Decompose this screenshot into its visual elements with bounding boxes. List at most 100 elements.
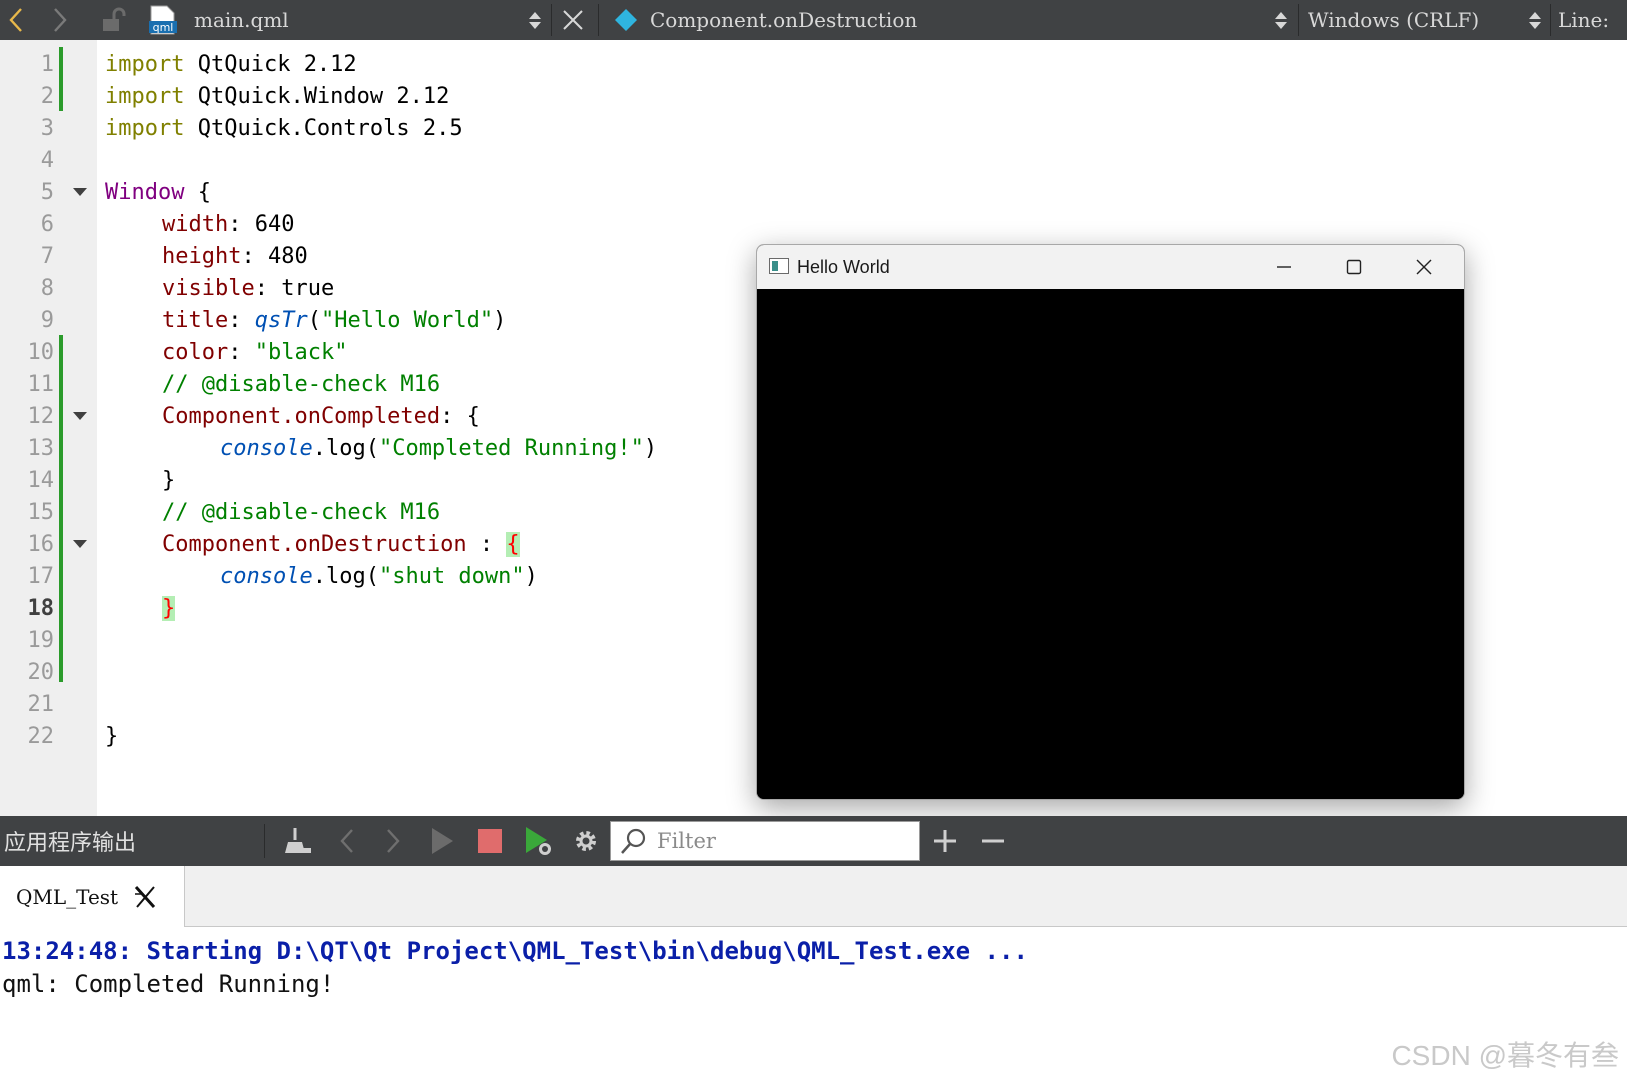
minus-icon [982,839,1004,843]
window-title: Hello World [797,257,890,277]
unlock-icon [103,7,126,31]
line-number: 14 [27,468,55,493]
window-close-button[interactable] [1393,245,1455,289]
back-button[interactable] [8,0,30,40]
code-line-12: Component.onCompleted: { [162,404,480,429]
line-number: 9 [40,308,54,333]
code-line-1: import QtQuick 2.12 [105,52,357,77]
filter-input[interactable] [655,828,889,854]
app-window-icon [769,258,789,274]
code-line-16: Component.onDestruction : { [162,532,520,557]
play-icon [432,828,453,854]
chevron-right-icon [54,8,67,32]
tab-qml-test[interactable]: QML_Test [0,866,185,927]
line-number: 3 [40,116,54,141]
maximize-icon [1346,259,1362,275]
line-number: 20 [27,660,55,685]
filter-box[interactable] [610,821,920,861]
symbol-name: Component.onDestruction [650,8,918,32]
symbol-selector[interactable]: Component.onDestruction [650,0,917,40]
code-line-10: color: "black" [162,340,348,365]
code-line-13: console.log("Completed Running!") [220,436,658,461]
tab-label: QML_Test [16,884,119,909]
line-number: 13 [27,436,55,461]
minimize-icon [1277,266,1291,268]
settings-button[interactable] [570,816,602,866]
watermark: CSDN @暮冬有叁 [1391,1040,1619,1071]
window-titlebar[interactable]: Hello World [757,245,1464,289]
stop-button[interactable] [474,816,506,866]
current-line-number: 18 [27,596,55,621]
plus-icon [934,830,956,852]
clear-output-button[interactable] [280,816,316,866]
fold-arrow-icon[interactable] [73,540,87,548]
line-number: 7 [40,244,54,269]
code-line-14: } [162,468,176,493]
chevron-left-icon [340,829,353,853]
fold-arrow-icon[interactable] [73,188,87,196]
output-panel-title: 应用程序输出 [4,831,137,856]
close-tab-icon [134,885,156,908]
close-icon [1416,259,1432,275]
line-number: 19 [27,628,55,653]
broom-icon [285,828,311,853]
code-line-17: console.log("shut down") [220,564,538,589]
line-number: 8 [40,276,54,301]
line-endings-label: Windows (CRLF) [1308,8,1480,32]
line-number: 16 [27,532,55,557]
line-number: 21 [27,692,55,717]
qml-file-icon: qml [148,0,182,40]
window-content[interactable] [757,289,1464,799]
line-number: 22 [27,724,55,749]
code-line-2: import QtQuick.Window 2.12 [105,84,450,109]
zoom-in-button[interactable] [928,816,962,866]
lock-button[interactable] [100,0,130,40]
matching-brace: } [162,596,176,621]
stop-icon [478,829,502,853]
zoom-out-button[interactable] [976,816,1010,866]
previous-item-button[interactable] [332,816,362,866]
line-number: 5 [40,180,54,205]
close-icon [563,10,583,30]
close-tab-button[interactable] [132,884,158,910]
code-line-18: } [162,593,176,625]
file-icon-label: qml [153,21,174,34]
code-line-3: import QtQuick.Controls 2.5 [105,116,463,141]
line-label: Line: [1558,8,1610,32]
line-number-gutter: 1 2 3 4 5 6 7 8 9 10 11 12 13 14 15 16 1… [0,40,97,816]
fold-arrow-icon[interactable] [73,412,87,420]
run-button[interactable] [426,816,458,866]
code-line-11: // @disable-check M16 [162,372,441,397]
maximize-button[interactable] [1323,245,1385,289]
editor-toolbar: qml main.qml Component.onDestruction Win… [0,0,1627,40]
code-line-9: title: qsTr("Hello World") [162,308,507,333]
line-endings-selector[interactable]: Windows (CRLF) [1308,0,1479,40]
code-line-5: Window { [105,180,211,205]
code-line-15: // @disable-check M16 [162,500,441,525]
file-selector[interactable]: main.qml [194,0,289,40]
application-output[interactable]: 13:24:48: Starting D:\QT\Qt Project\QML_… [0,927,1627,1084]
output-toolbar: 应用程序输出 [0,816,1627,866]
code-line-8: visible: true [162,276,335,301]
code-line-7: height: 480 [162,244,308,269]
symbol-selector-arrows[interactable] [1272,0,1290,40]
forward-button[interactable] [52,0,74,40]
next-item-button[interactable] [378,816,408,866]
log-line-start: 13:24:48: Starting D:\QT\Qt Project\QML_… [2,937,1028,965]
modified-line-marker [59,47,63,111]
file-selector-arrows[interactable] [526,0,544,40]
symbol-diamond-icon [614,0,640,40]
matching-brace: { [506,532,520,557]
file-name: main.qml [194,8,289,32]
line-number: 10 [27,340,55,365]
log-line: qml: Completed Running! [2,970,335,998]
debug-run-button[interactable] [520,816,556,866]
line-number: 2 [40,84,54,109]
line-indicator[interactable]: Line: [1558,0,1609,40]
line-endings-arrows[interactable] [1526,0,1544,40]
minimize-button[interactable] [1253,245,1315,289]
modified-line-marker [59,335,63,682]
hello-world-window[interactable]: Hello World [756,244,1465,800]
close-file-button[interactable] [562,0,588,40]
code-line-21: } [105,724,119,749]
